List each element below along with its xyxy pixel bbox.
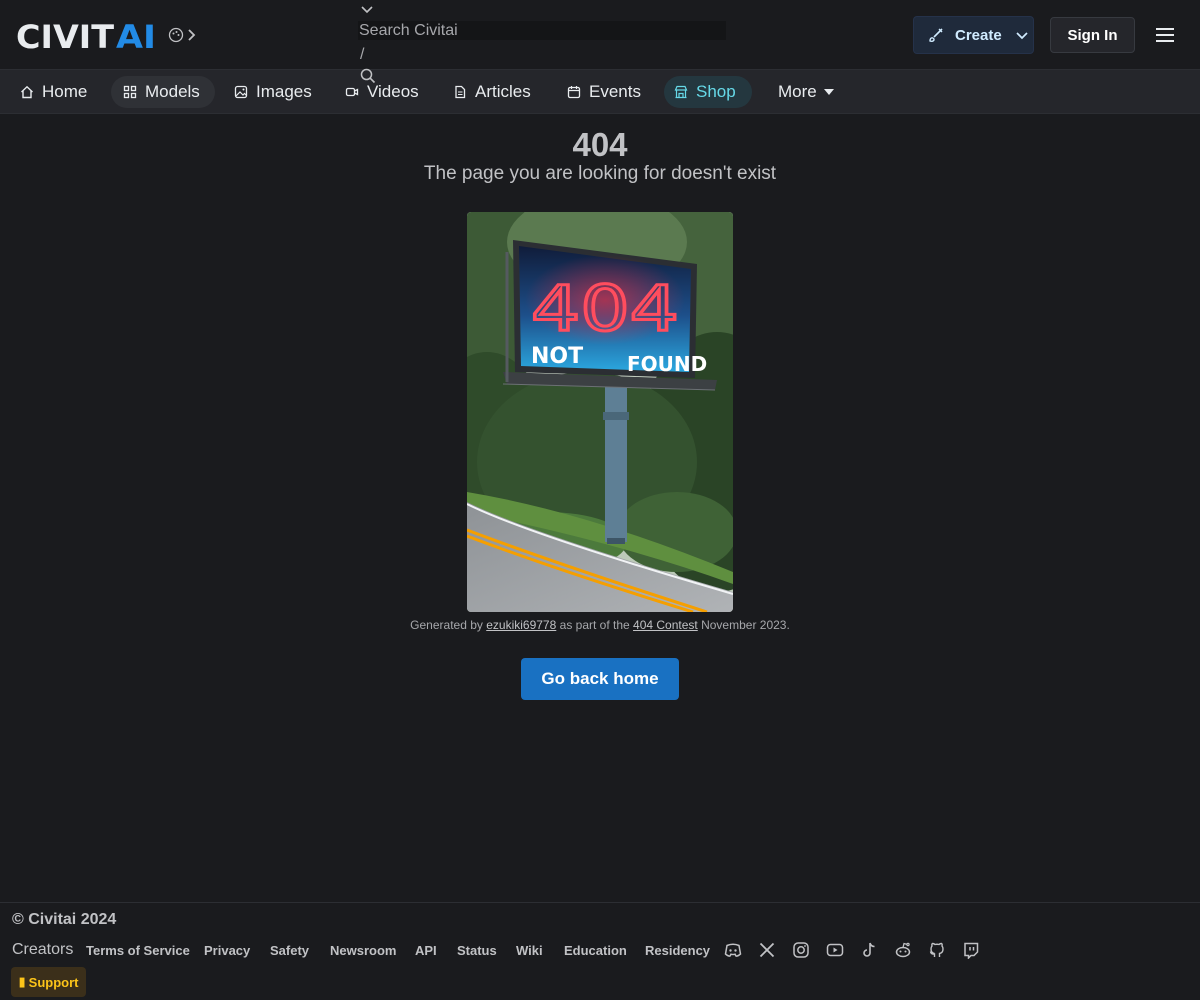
nav-item-events[interactable]: Events (559, 76, 649, 108)
photo-icon (234, 85, 248, 99)
x-icon[interactable] (758, 941, 776, 959)
reddit-icon[interactable] (894, 941, 912, 959)
caret-down-icon (823, 89, 834, 95)
footer-link-creators[interactable]: Creators (12, 941, 73, 959)
search-input[interactable] (358, 21, 726, 40)
create-button[interactable]: Create (913, 16, 1034, 54)
chevron-down-icon[interactable] (360, 3, 374, 17)
top-header: CIVIT AI / Create Sign In (0, 0, 1200, 84)
nav-item-images[interactable]: Images (226, 76, 320, 108)
nav-label: Shop (696, 82, 736, 101)
billboard-not-text: NOT (531, 344, 583, 369)
search-icon[interactable] (360, 68, 376, 84)
copyright: © Civitai 2024 (12, 911, 117, 928)
footer-link-api[interactable]: API (415, 943, 437, 958)
footer-link-privacy[interactable]: Privacy (204, 943, 250, 958)
support-button[interactable]: ▮ Support (11, 967, 86, 997)
search-shortcut-hint: / (360, 46, 365, 63)
video-icon (345, 87, 359, 97)
logo-extras[interactable] (168, 26, 200, 44)
main-nav: Home Models Images Videos Articles Event… (0, 70, 1200, 114)
tiktok-icon[interactable] (860, 941, 878, 959)
nav-label: Articles (475, 82, 531, 101)
building-store-icon (674, 85, 688, 99)
error-message: The page you are looking for doesn't exi… (423, 163, 777, 184)
article-icon (455, 85, 466, 99)
grid-icon (123, 85, 137, 99)
caption-prefix: Generated by (410, 618, 483, 632)
nav-item-articles[interactable]: Articles (445, 76, 539, 108)
nav-label: Models (145, 82, 200, 101)
billboard-found-text: FOUND (627, 352, 707, 376)
instagram-icon[interactable] (792, 941, 810, 959)
svg-text:AI: AI (116, 19, 156, 51)
footer-link-residency[interactable]: Residency (645, 943, 710, 958)
footer-link-terms[interactable]: Terms of Service (86, 943, 190, 958)
footer-link-status[interactable]: Status (457, 943, 497, 958)
calendar-icon (567, 86, 581, 99)
error-code: 404 (572, 126, 628, 163)
404-billboard-image: 404 NOT FOUND (467, 212, 733, 612)
civitai-logo[interactable]: CIVIT AI (16, 19, 158, 51)
svg-text:CIVIT: CIVIT (16, 19, 114, 51)
go-back-home-button[interactable]: Go back home (521, 658, 679, 700)
github-icon[interactable] (928, 941, 946, 959)
support-icon: ▮ (18, 974, 26, 989)
brush-icon (929, 28, 943, 42)
footer-link-newsroom[interactable]: Newsroom (330, 943, 396, 958)
contest-link[interactable]: 404 Contest (633, 618, 698, 632)
caption-suffix: November 2023. (701, 618, 790, 632)
chevron-right-icon (188, 29, 196, 41)
nav-item-models[interactable]: Models (111, 76, 215, 108)
nav-label: More (778, 82, 817, 101)
footer-link-wiki[interactable]: Wiki (516, 943, 543, 958)
youtube-icon[interactable] (826, 941, 844, 959)
search-area: / (358, 0, 728, 70)
footer-link-safety[interactable]: Safety (270, 943, 309, 958)
chevron-down-icon[interactable] (1014, 27, 1030, 43)
nav-item-more[interactable]: More (770, 76, 842, 108)
hamburger-menu-icon[interactable] (1153, 24, 1177, 46)
billboard-404-text: 404 (531, 272, 679, 345)
author-link[interactable]: ezukiki69778 (486, 618, 556, 632)
nav-item-shop[interactable]: Shop (664, 76, 752, 108)
nav-label: Home (42, 82, 88, 101)
home-icon (21, 85, 33, 99)
support-label: Support (28, 974, 79, 990)
nav-label: Events (589, 82, 641, 101)
twitch-icon[interactable] (962, 941, 980, 959)
nav-item-videos[interactable]: Videos (337, 76, 427, 108)
discord-icon[interactable] (724, 941, 742, 959)
nav-label: Images (256, 82, 312, 101)
palette-icon (168, 27, 184, 43)
sign-in-button[interactable]: Sign In (1050, 17, 1135, 53)
caption-middle: as part of the (559, 618, 630, 632)
nav-label: Videos (367, 82, 419, 101)
image-caption: Generated by ezukiki69778 as part of the… (0, 618, 1200, 632)
nav-item-home[interactable]: Home (12, 76, 95, 108)
create-label: Create (955, 26, 1002, 44)
site-footer: © Civitai 2024 Creators Terms of Service… (0, 902, 1200, 1000)
footer-link-education[interactable]: Education (564, 943, 627, 958)
